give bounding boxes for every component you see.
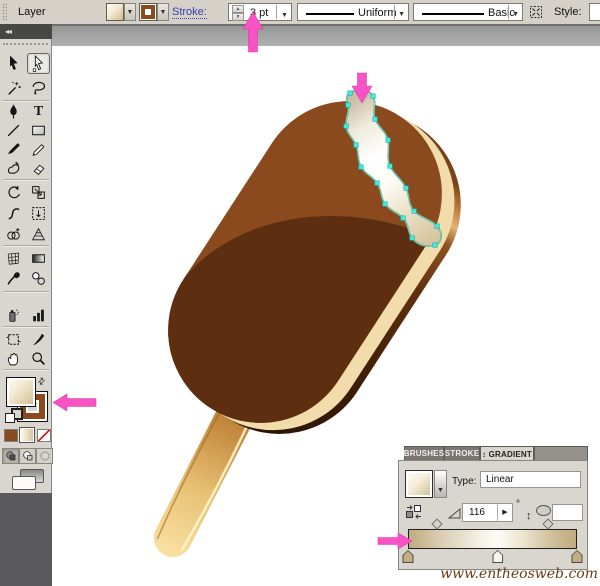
gradient-preview-swatch[interactable] — [405, 470, 433, 498]
draw-normal-button[interactable] — [2, 448, 19, 464]
spinner-down-icon[interactable]: ▼ — [232, 13, 244, 21]
gradient-tool[interactable] — [27, 248, 50, 269]
brush-definition-combo[interactable]: Basic ▼ — [413, 3, 523, 21]
scale-tool[interactable] — [27, 182, 50, 203]
mesh-tool[interactable] — [2, 248, 25, 269]
angle-spinner-icon[interactable]: ▶ — [497, 504, 512, 521]
isolate-selection-icon[interactable] — [528, 4, 545, 20]
gradient-stop-left[interactable] — [402, 550, 414, 563]
type-label: Type: — [452, 476, 477, 487]
control-bar: Layer ▼ ▼ Stroke: ▲ ▼ 3 pt ▼ Uniform ▼ B… — [0, 0, 600, 25]
gradient-stop-middle[interactable] — [492, 550, 504, 563]
perspective-grid-tool[interactable] — [27, 224, 50, 245]
gradient-angle-value[interactable]: 116 — [469, 507, 485, 518]
rotate-tool[interactable] — [2, 182, 25, 203]
watermark: www.entheosweb.com — [440, 566, 598, 582]
spinner-up-icon[interactable]: ▲ — [232, 5, 244, 13]
stroke-weight-value[interactable]: 3 pt — [250, 7, 268, 19]
magic-wand-tool[interactable] — [2, 78, 25, 99]
screen-mode-icon-front[interactable] — [12, 476, 36, 490]
pen-tool[interactable] — [2, 101, 25, 122]
width-tool[interactable] — [2, 203, 25, 224]
stroke-weight-spinner[interactable]: ▲ ▼ — [232, 5, 244, 21]
none-paint-button[interactable] — [37, 429, 51, 442]
width-profile-combo[interactable]: Uniform ▼ — [297, 3, 409, 21]
stroke-dropdown-icon[interactable]: ▼ — [157, 3, 169, 21]
chevron-down-icon: ▼ — [281, 12, 288, 19]
width-profile-preview — [306, 13, 354, 15]
gradient-midpoint-marker[interactable] — [542, 518, 554, 530]
tab-bar-filler — [534, 446, 588, 461]
draw-behind-button[interactable] — [19, 448, 36, 464]
symbol-sprayer-tool[interactable] — [2, 305, 25, 326]
type-tool[interactable]: T — [27, 101, 50, 122]
tab-gradient[interactable]: ↕ GRADIENT — [480, 446, 534, 461]
width-profile-value: Uniform — [358, 7, 397, 19]
fill-dropdown-icon[interactable]: ▼ — [124, 3, 136, 21]
direct-selection-tool[interactable] — [27, 53, 50, 74]
tools-panel: ◂◂ T ⇄ — [0, 24, 53, 493]
eyedropper-tool[interactable] — [2, 268, 25, 289]
stroke-link[interactable]: Stroke: — [172, 6, 207, 19]
paintbrush-tool[interactable] — [2, 139, 25, 160]
panel-grip[interactable] — [2, 3, 7, 21]
gradient-stop-track — [402, 550, 583, 564]
layer-label: Layer — [18, 6, 46, 18]
line-segment-tool[interactable] — [2, 120, 25, 141]
gradient-paint-button[interactable] — [19, 427, 35, 443]
style-combo[interactable] — [589, 3, 600, 21]
shape-builder-tool[interactable] — [2, 224, 25, 245]
gradient-panel-body: ▼ Type: Linear 116 ▶ ° ↕ — [398, 460, 588, 570]
gradient-swatch-dropdown[interactable]: ▼ — [434, 470, 447, 498]
gradient-midpoint-marker[interactable] — [431, 518, 443, 530]
gradient-slider-bar[interactable] — [408, 529, 577, 549]
stroke-weight-dropdown[interactable]: ▼ — [276, 5, 292, 19]
stroke-weight-field[interactable]: ▲ ▼ 3 pt ▼ — [228, 3, 292, 21]
brush-preview — [422, 13, 484, 15]
chevron-down-icon: ▼ — [512, 11, 519, 18]
blend-tool[interactable] — [27, 268, 50, 289]
gradient-midpoint-track — [408, 518, 577, 530]
hand-tool[interactable] — [2, 348, 25, 369]
zoom-tool[interactable] — [27, 348, 50, 369]
canvas-top-strip — [52, 24, 600, 46]
draw-inside-button[interactable] — [36, 448, 53, 464]
gradient-type-select[interactable]: Linear — [480, 471, 581, 488]
selection-tool[interactable] — [2, 53, 25, 74]
panel-drag-dots[interactable] — [3, 43, 48, 49]
ice-cream-body[interactable] — [131, 65, 496, 472]
swap-fill-stroke-icon[interactable]: ⇄ — [35, 375, 48, 388]
brush-definition-value: Basic — [488, 7, 515, 19]
reverse-gradient-icon[interactable] — [405, 504, 423, 520]
pencil-tool[interactable] — [27, 139, 50, 160]
color-paint-button[interactable] — [4, 429, 18, 442]
free-transform-tool[interactable] — [27, 203, 50, 224]
aspect-ratio-field[interactable] — [552, 504, 583, 521]
lasso-tool[interactable] — [27, 78, 50, 99]
rectangle-tool[interactable] — [27, 120, 50, 141]
default-fill-icon[interactable] — [5, 413, 15, 423]
stroke-swatch[interactable] — [139, 3, 157, 21]
gradient-stop-right[interactable] — [571, 550, 583, 563]
fill-proxy-swatch[interactable] — [6, 377, 36, 407]
tab-stroke[interactable]: STROKE — [444, 446, 480, 461]
gradient-panel: BRUSHES STROKE ↕ GRADIENT ▼ Type: Linear… — [398, 446, 588, 570]
blob-brush-tool[interactable] — [2, 158, 25, 179]
fill-swatch[interactable] — [106, 3, 124, 21]
degree-symbol: ° — [516, 499, 520, 510]
chevron-down-icon: ▼ — [398, 11, 405, 18]
angle-icon — [448, 508, 461, 519]
artboard-tool[interactable] — [2, 329, 25, 350]
tab-brushes[interactable]: BRUSHES — [404, 446, 444, 461]
panel-collapse-icon[interactable]: ◂◂ — [0, 24, 52, 39]
column-graph-tool[interactable] — [27, 305, 50, 326]
style-label: Style: — [554, 6, 582, 18]
slice-tool[interactable] — [27, 329, 50, 350]
illustrator-window: Layer ▼ ▼ Stroke: ▲ ▼ 3 pt ▼ Uniform ▼ B… — [0, 0, 600, 586]
eraser-tool[interactable] — [27, 158, 50, 179]
app-background — [0, 493, 52, 586]
